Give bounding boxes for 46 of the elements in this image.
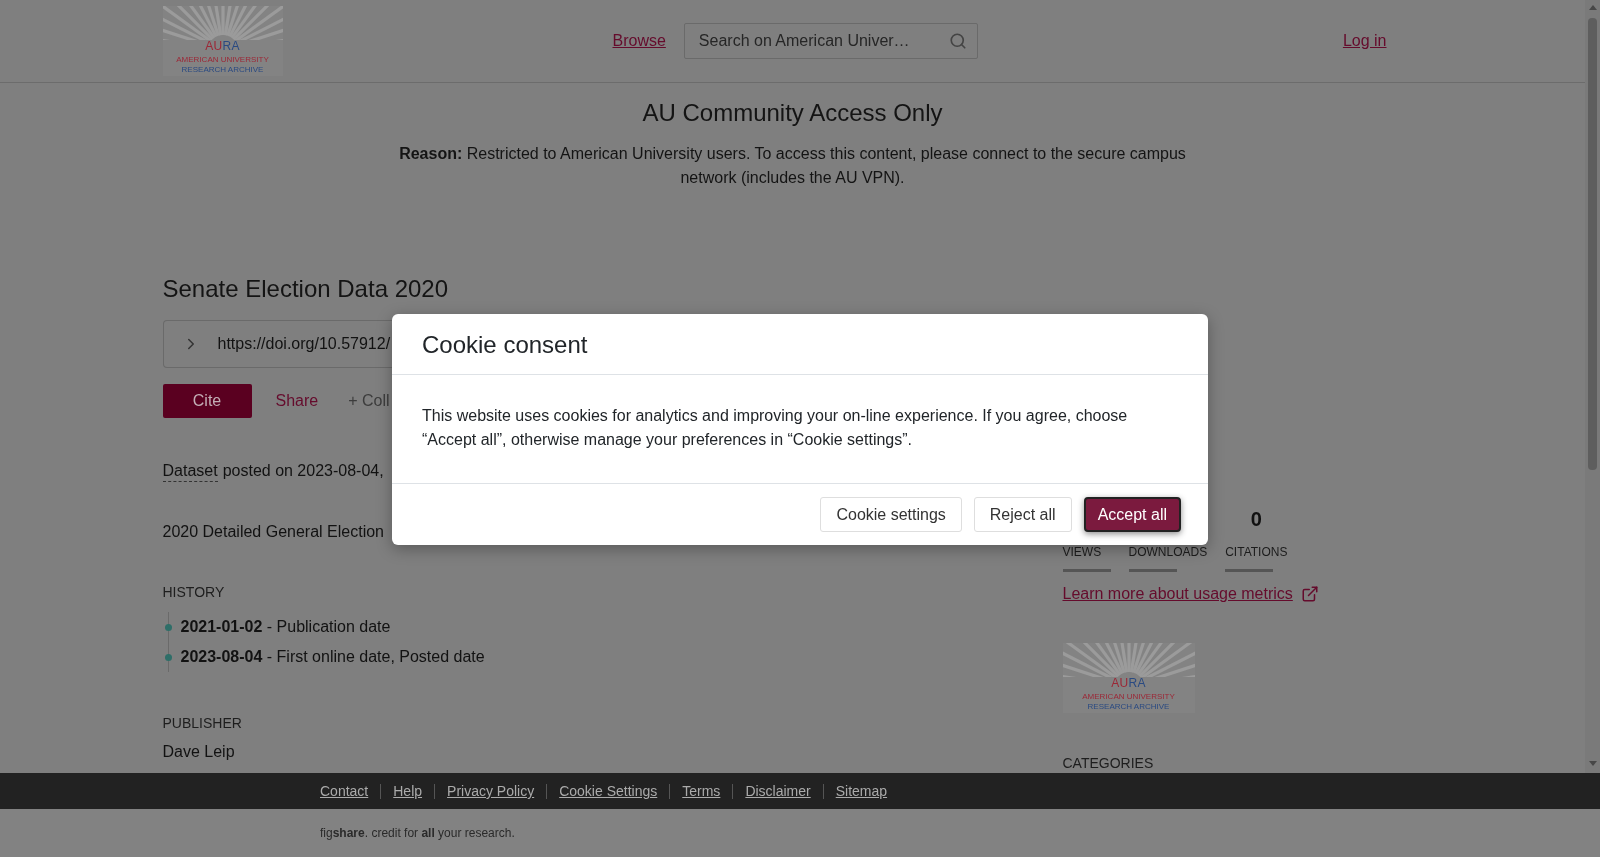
search-field[interactable]: Search on American Univer…: [683, 23, 978, 59]
search-icon[interactable]: [948, 32, 967, 50]
footer-link[interactable]: Help: [393, 781, 423, 801]
history-entry: 2023-08-04 - First online date, Posted date: [180, 647, 485, 667]
logo-wordmark: AURA: [1111, 677, 1146, 690]
notice-reason: Reason: Restricted to American University users. To access this content, please connect to the secure campus network (includes the AU VPN).: [398, 144, 1187, 188]
scroll-up-icon[interactable]: [1588, 5, 1597, 10]
sunburst-icon: [1062, 643, 1195, 677]
sunburst-icon: [162, 6, 283, 40]
item-description: 2020 Detailed General Election: [162, 522, 384, 542]
stat-label[interactable]: DOWNLOADS: [1128, 544, 1208, 560]
section-heading: HISTORY: [162, 583, 225, 602]
item-title: Senate Election Data 2020: [162, 274, 449, 303]
logo-tagline: RESEARCH ARCHIVE: [1087, 702, 1170, 712]
footer-link[interactable]: Cookie Settings: [559, 781, 658, 801]
dialog-message: This website uses cookies for analytics and improving your on-line experience. If you agree, choose “Accept all”, otherwise manage your preferences in “Cookie settings”.: [422, 406, 1129, 450]
section-heading: CATEGORIES: [1062, 754, 1154, 773]
dialog-title: Cookie consent: [422, 329, 588, 359]
stat-label[interactable]: CITATIONS: [1225, 544, 1288, 560]
footer-link[interactable]: Privacy Policy: [447, 781, 535, 801]
section-heading: PUBLISHER: [162, 714, 242, 733]
logo-tagline: RESEARCH ARCHIVE: [181, 65, 264, 75]
footer-link[interactable]: Sitemap: [835, 781, 888, 801]
posted-date: posted on 2023-08-04,: [222, 461, 384, 481]
footer-link[interactable]: Terms: [682, 781, 721, 801]
external-link-icon[interactable]: [1300, 585, 1319, 603]
doi-bar[interactable]: https://doi.org/10.57912/: [162, 320, 393, 368]
logo-tagline: AMERICAN UNIVERSITY: [176, 55, 269, 65]
footer-link[interactable]: Contact: [320, 781, 369, 801]
logo-tagline: AMERICAN UNIVERSITY: [1082, 692, 1175, 702]
dialog-button[interactable]: Reject all: [973, 497, 1072, 532]
scrollbar-thumb[interactable]: [1588, 18, 1597, 470]
scroll-down-icon[interactable]: [1588, 761, 1597, 766]
stat-label[interactable]: VIEWS: [1062, 544, 1102, 560]
history-entry: 2021-01-02 - Publication date: [180, 617, 391, 637]
logo-wordmark: AURA: [205, 40, 240, 53]
credit-text: figshare. credit for all your research.: [320, 825, 515, 841]
accept-all-button[interactable]: Accept all: [1083, 497, 1181, 532]
publisher-name: Dave Leip: [162, 742, 235, 762]
doi-text: https://doi.org/10.57912/: [217, 334, 391, 354]
stat-value: 0: [1250, 507, 1262, 531]
item-type[interactable]: Dataset: [162, 460, 218, 482]
cite-button[interactable]: Cite: [162, 384, 252, 418]
dialog-button[interactable]: Cookie settings: [820, 497, 962, 532]
footer-link[interactable]: Disclaimer: [745, 781, 811, 801]
notice-title: AU Community Access Only: [642, 98, 943, 127]
